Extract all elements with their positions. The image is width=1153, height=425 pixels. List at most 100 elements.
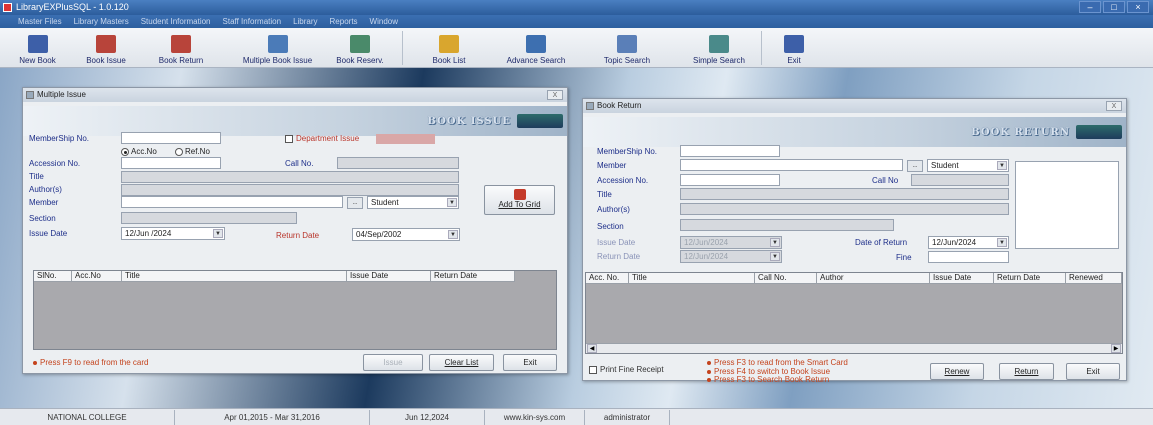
add-to-grid-button[interactable]: Add To Grid bbox=[484, 185, 555, 215]
return-date-picker[interactable]: 04/Sep/2002 ▼ bbox=[352, 228, 460, 241]
chevron-down-icon: ▼ bbox=[997, 238, 1007, 247]
add-to-grid-icon bbox=[514, 189, 526, 200]
grid-header-slno[interactable]: SlNo. bbox=[34, 271, 72, 282]
toolbar-exit-button[interactable]: Exit bbox=[762, 28, 826, 68]
window-icon bbox=[586, 102, 594, 110]
grid-header-renewed[interactable]: Renewed bbox=[1066, 273, 1122, 284]
bullet-icon bbox=[707, 369, 711, 374]
renew-button[interactable]: Renew bbox=[930, 363, 984, 380]
toolbar-book-list-button[interactable]: Book List bbox=[403, 28, 495, 68]
toolbar-label: Simple Search bbox=[692, 56, 746, 65]
return-button[interactable]: Return bbox=[999, 363, 1054, 380]
toolbar-label: Book Reserv. bbox=[336, 56, 384, 65]
return-grid[interactable]: Acc. No. Title Call No. Author Issue Dat… bbox=[585, 272, 1123, 354]
menu-reports[interactable]: Reports bbox=[324, 15, 364, 28]
toolbar-topic-search-button[interactable]: Topic Search bbox=[577, 28, 677, 68]
return-exit-button[interactable]: Exit bbox=[1066, 363, 1120, 380]
toolbar-label: Book Return bbox=[158, 56, 204, 65]
toolbar-label: New Book bbox=[19, 56, 56, 65]
return-callno-label: Call No bbox=[872, 176, 899, 185]
return-member-lookup-button[interactable]: .. bbox=[907, 160, 923, 172]
grid-header-callno[interactable]: Call No. bbox=[755, 273, 817, 284]
return-issue-date-picker: 12/Jun/2024 ▼ bbox=[680, 236, 782, 249]
grid-header-title[interactable]: Title bbox=[629, 273, 755, 284]
grid-header-accno[interactable]: Acc.No bbox=[72, 271, 122, 282]
close-button[interactable]: × bbox=[1127, 1, 1149, 13]
grid-header-author[interactable]: Author bbox=[817, 273, 930, 284]
member-lookup-button[interactable]: .. bbox=[347, 197, 363, 209]
return-member-type-select[interactable]: Student ▼ bbox=[927, 159, 1009, 172]
membership-label: MemberShip No. bbox=[29, 134, 90, 143]
maximize-button[interactable]: □ bbox=[1103, 1, 1125, 13]
radio-selected-icon bbox=[121, 147, 129, 156]
search-return-hint: Press F3 to Search Book Return bbox=[707, 375, 829, 384]
minimize-button[interactable]: – bbox=[1079, 1, 1101, 13]
simple-search-icon bbox=[709, 35, 729, 53]
menu-library-masters[interactable]: Library Masters bbox=[68, 15, 135, 28]
multiple-issue-titlebar[interactable]: Multiple Issue X bbox=[23, 88, 567, 102]
book-return-window: Book Return X BOOK RETURN MemberShip No.… bbox=[582, 98, 1127, 384]
grid-header-issue-date[interactable]: Issue Date bbox=[347, 271, 431, 282]
chevron-down-icon: ▼ bbox=[448, 230, 458, 239]
issue-date-picker[interactable]: 12/Jun /2024 ▼ bbox=[121, 227, 225, 240]
return-member-input[interactable] bbox=[680, 159, 903, 171]
grid-header-issue-date[interactable]: Issue Date bbox=[930, 273, 994, 284]
toolbar-book-return-button[interactable]: Book Return bbox=[137, 28, 225, 68]
grid-header-return-date[interactable]: Return Date bbox=[431, 271, 515, 282]
radio-refno[interactable]: Ref.No bbox=[175, 147, 210, 156]
toolbar-new-book-button[interactable]: New Book bbox=[0, 28, 75, 68]
menu-bar: Master Files Library Masters Student Inf… bbox=[0, 15, 1153, 28]
status-date: Jun 12,2024 bbox=[370, 410, 485, 425]
exit-icon bbox=[784, 35, 804, 53]
app-window: LibraryEXPlusSQL - 1.0.120 – □ × Master … bbox=[0, 0, 1153, 425]
department-issue-checkbox[interactable]: Department Issue bbox=[285, 134, 359, 143]
grid-header-title[interactable]: Title bbox=[122, 271, 347, 282]
return-accession-input[interactable] bbox=[680, 174, 780, 186]
grid-horizontal-scrollbar[interactable]: ◀ ▶ bbox=[586, 343, 1122, 353]
member-type-select[interactable]: Student ▼ bbox=[367, 196, 459, 209]
clear-list-button[interactable]: Clear List bbox=[429, 354, 494, 371]
toolbar-book-issue-button[interactable]: Book Issue bbox=[75, 28, 137, 68]
date-of-return-picker[interactable]: 12/Jun/2024 ▼ bbox=[928, 236, 1009, 249]
book-return-titlebar[interactable]: Book Return X bbox=[583, 99, 1126, 113]
return-issue-date-label: Issue Date bbox=[597, 238, 636, 247]
issue-exit-button[interactable]: Exit bbox=[503, 354, 557, 371]
scroll-left-icon[interactable]: ◀ bbox=[587, 344, 597, 353]
chevron-down-icon: ▼ bbox=[213, 229, 223, 238]
menu-window[interactable]: Window bbox=[364, 15, 404, 28]
scroll-right-icon[interactable]: ▶ bbox=[1111, 344, 1121, 353]
books-icon bbox=[517, 114, 563, 128]
menu-student-information[interactable]: Student Information bbox=[135, 15, 217, 28]
fine-input[interactable] bbox=[928, 251, 1009, 263]
authors-label: Author(s) bbox=[29, 185, 62, 194]
return-membership-input[interactable] bbox=[680, 145, 780, 157]
toolbar-multiple-book-issue-button[interactable]: Multiple Book Issue bbox=[225, 28, 330, 68]
menu-staff-information[interactable]: Staff Information bbox=[217, 15, 288, 28]
return-membership-label: MemberShip No. bbox=[597, 147, 658, 156]
menu-master-files[interactable]: Master Files bbox=[12, 15, 68, 28]
window-icon bbox=[26, 91, 34, 99]
chevron-down-icon: ▼ bbox=[770, 238, 780, 247]
return-authors-label: Author(s) bbox=[597, 205, 630, 214]
issue-grid[interactable]: SlNo. Acc.No Title Issue Date Return Dat… bbox=[33, 270, 557, 350]
member-input[interactable] bbox=[121, 196, 343, 208]
grid-header-return-date[interactable]: Return Date bbox=[994, 273, 1066, 284]
menu-library[interactable]: Library bbox=[287, 15, 323, 28]
toolbar-simple-search-button[interactable]: Simple Search bbox=[677, 28, 761, 68]
radio-accno[interactable]: Acc.No bbox=[121, 147, 157, 156]
toolbar-advance-search-button[interactable]: Advance Search bbox=[495, 28, 577, 68]
toolbar: New Book Book Issue Book Return Multiple… bbox=[0, 28, 1153, 68]
book-return-close-button[interactable]: X bbox=[1106, 101, 1122, 111]
membership-input[interactable] bbox=[121, 132, 221, 144]
toolbar-book-reserve-button[interactable]: Book Reserv. bbox=[330, 28, 390, 68]
return-date-label: Return Date bbox=[276, 231, 320, 240]
new-book-icon bbox=[27, 35, 48, 53]
issue-button[interactable]: Issue bbox=[363, 354, 423, 371]
accession-input[interactable] bbox=[121, 157, 221, 169]
section-field bbox=[121, 212, 297, 224]
print-fine-receipt-checkbox[interactable]: Print Fine Receipt bbox=[589, 365, 664, 374]
grid-header-accno[interactable]: Acc. No. bbox=[586, 273, 629, 284]
return-return-date-picker: 12/Jun/2024 ▼ bbox=[680, 250, 782, 263]
multiple-issue-close-button[interactable]: X bbox=[547, 90, 563, 100]
date-of-return-label: Date of Return bbox=[855, 238, 908, 247]
